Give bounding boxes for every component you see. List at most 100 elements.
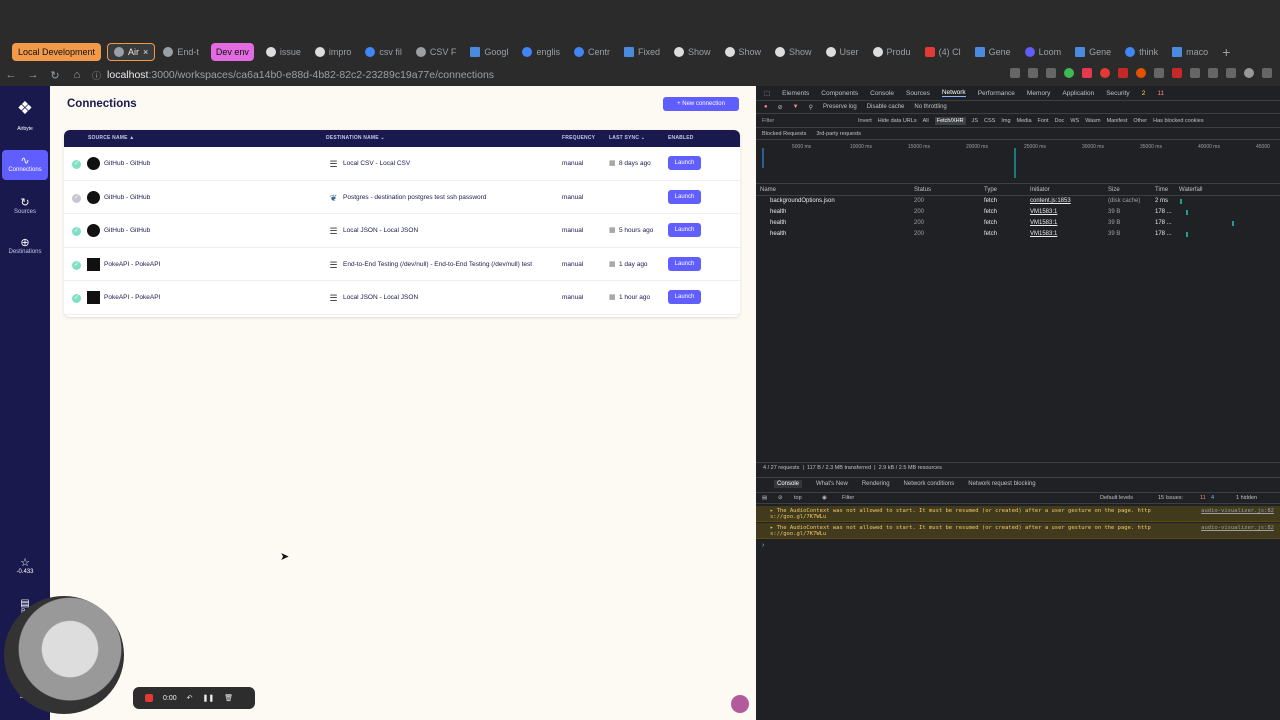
drawer-tab[interactable]: Console [774, 480, 803, 488]
devtools-tab[interactable]: Security [1106, 90, 1129, 97]
column-header-last-sync[interactable]: LAST SYNC ⌄ [609, 135, 645, 141]
pause-icon[interactable]: ❚❚ [203, 694, 215, 702]
filter-chip[interactable]: Wasm [1085, 118, 1100, 124]
filter-chip[interactable]: Other [1133, 118, 1147, 124]
url-field[interactable]: ⓘ localhost:3000/workspaces/ca6a14b0-e88… [92, 69, 494, 82]
request-row[interactable]: backgroundOptions.json 200 fetch content.js… [756, 196, 1280, 207]
context-select[interactable]: top [794, 495, 802, 501]
preserve-log-checkbox[interactable]: Preserve log [823, 104, 857, 110]
console-filter-input[interactable]: Filter [842, 495, 854, 501]
launch-button[interactable]: Launch [668, 256, 701, 271]
browser-tab[interactable]: issue [260, 43, 307, 61]
close-icon[interactable]: × [143, 47, 148, 57]
request-initiator[interactable]: content.js:1853 [1030, 198, 1071, 204]
kebab-menu-icon[interactable] [1262, 68, 1272, 78]
drawer-tab[interactable]: What's New [816, 481, 848, 487]
devtools-tab[interactable]: Sources [906, 90, 930, 97]
extension-icon[interactable] [1154, 68, 1164, 78]
extension-icon[interactable] [1118, 68, 1128, 78]
browser-tab[interactable]: Loom [1019, 43, 1068, 61]
trash-icon[interactable]: 🗑 [224, 694, 233, 702]
new-tab-button[interactable]: + [1222, 44, 1230, 60]
extension-icon[interactable] [1064, 68, 1074, 78]
browser-tab[interactable]: Googl [464, 43, 514, 61]
warning-source[interactable]: audio-visualizer.js:82 [1201, 508, 1274, 514]
drawer-tab[interactable]: Network request blocking [968, 481, 1035, 487]
error-count[interactable]: 11 [1157, 90, 1164, 97]
column-header-destination[interactable]: DESTINATION NAME ⌄ [326, 135, 385, 141]
column-waterfall[interactable]: Waterfall [1179, 187, 1202, 193]
warning-count[interactable]: 2 [1142, 90, 1146, 97]
clear-icon[interactable]: ⊘ [778, 104, 783, 111]
browser-tab[interactable]: Fixed [618, 43, 666, 61]
table-row[interactable]: ✓ PokeAPI - PokeAPI ☰ End-to-End Testing (/… [64, 248, 740, 281]
react-devtools-icon[interactable] [731, 695, 749, 713]
clear-console-icon[interactable]: ⊘ [778, 495, 783, 501]
table-row[interactable]: ✓ PokeAPI - PokeAPI ☰ Local JSON - Local JS… [64, 281, 740, 315]
extension-icon[interactable] [1100, 68, 1110, 78]
log-levels-select[interactable]: Default levels [1100, 495, 1133, 501]
throttling-select[interactable]: No throttling [914, 104, 946, 110]
forward-icon[interactable]: → [22, 69, 44, 81]
console-warning[interactable]: ▸ The AudioContext was not allowed to st… [756, 506, 1280, 522]
launch-button[interactable]: Launch [668, 223, 701, 237]
avatar[interactable] [1244, 68, 1254, 78]
filter-chip[interactable]: Font [1038, 118, 1049, 124]
column-status[interactable]: Status [914, 187, 931, 193]
launch-button[interactable]: Launch [668, 290, 701, 304]
filter-chip[interactable]: Fetch/XHR [934, 116, 966, 125]
filter-chip[interactable]: Has blocked cookies [1153, 118, 1203, 124]
request-initiator[interactable]: VM1583:1 [1030, 220, 1057, 226]
filter-chip[interactable]: Invert [858, 118, 872, 124]
filter-chip[interactable]: Img [1001, 118, 1010, 124]
browser-tab[interactable]: CSV F [410, 43, 463, 61]
browser-tab[interactable]: Gene [1069, 43, 1117, 61]
live-expression-icon[interactable]: ◉ [822, 495, 827, 501]
browser-tab[interactable]: Show [769, 43, 818, 61]
devtools-tab[interactable]: Network [941, 89, 966, 97]
table-row[interactable]: ✓ GitHub - GitHub ☰ Local CSV - Local CSV ma… [64, 147, 740, 181]
reload-icon[interactable]: ↻ [44, 69, 66, 82]
devtools-tab[interactable]: Elements [782, 90, 809, 97]
filter-chip[interactable]: Manifest [1107, 118, 1128, 124]
devtools-tab[interactable]: Performance [978, 90, 1015, 97]
browser-tab[interactable]: End-t [157, 43, 205, 61]
browser-tab[interactable]: csv fil [359, 43, 408, 61]
extension-icon[interactable] [1082, 68, 1092, 78]
sidebar-item-destinations[interactable]: ⊕ Destinations [2, 232, 48, 262]
extension-icon[interactable] [1172, 68, 1182, 78]
browser-tab[interactable]: Air × [107, 43, 156, 61]
request-row[interactable]: health 200 fetch VM1583:1 39 B 178 ... [756, 207, 1280, 218]
home-icon[interactable]: ⌂ [66, 69, 88, 81]
network-filter-input[interactable]: Filter [762, 118, 852, 124]
drawer-tab[interactable]: Network conditions [904, 481, 955, 487]
share-icon[interactable] [1028, 68, 1038, 78]
filter-chip[interactable]: Doc [1055, 118, 1065, 124]
browser-tab[interactable]: Gene [969, 43, 1017, 61]
table-row[interactable]: ✓ GitHub - GitHub ☰ Local JSON - Local JSON… [64, 214, 740, 248]
filter-chip[interactable]: Hide data URLs [878, 118, 917, 124]
disable-cache-checkbox[interactable]: Disable cache [867, 104, 905, 110]
inspect-icon[interactable]: ⬚ [764, 89, 770, 97]
request-initiator[interactable]: VM1583:1 [1030, 209, 1057, 215]
sidebar-item-connections[interactable]: ∿ Connections [2, 150, 48, 180]
mic-icon[interactable] [1010, 68, 1020, 78]
drawer-tab[interactable]: Rendering [862, 481, 890, 487]
warning-link[interactable]: s://goo.gl/7K7WLu [770, 531, 1274, 537]
record-icon[interactable]: ● [764, 104, 768, 110]
request-row[interactable]: health 200 fetch VM1583:1 39 B 178 ... [756, 229, 1280, 240]
extension-icon[interactable] [1136, 68, 1146, 78]
launch-button[interactable]: Launch [668, 156, 701, 170]
side-panel-icon[interactable] [1226, 68, 1236, 78]
column-size[interactable]: Size [1108, 187, 1120, 193]
search-icon[interactable]: ⚲ [809, 104, 813, 111]
sidebar-star-item[interactable]: ☆ -0.433 [0, 556, 50, 575]
filter-chip[interactable]: CSS [984, 118, 995, 124]
browser-tab[interactable]: Show [719, 43, 768, 61]
browser-tab[interactable]: User [820, 43, 865, 61]
info-icon[interactable]: ⓘ [92, 69, 101, 82]
devtools-tab[interactable]: Console [870, 90, 894, 97]
bookmark-star-icon[interactable] [1046, 68, 1056, 78]
filter-icon[interactable]: ▼ [793, 104, 799, 110]
warning-link[interactable]: s://goo.gl/7K7WLu [770, 514, 1274, 520]
